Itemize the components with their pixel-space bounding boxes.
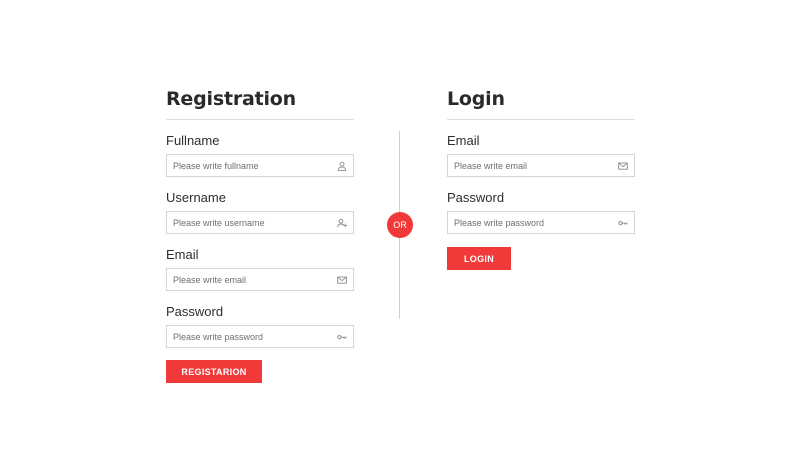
reg-password-label: Password xyxy=(166,304,224,319)
username-label: Username xyxy=(166,190,226,205)
key-icon xyxy=(337,335,347,340)
mail-icon xyxy=(337,276,347,284)
registration-title-divider xyxy=(166,119,354,120)
login-email-label: Email xyxy=(447,133,480,148)
fullname-label: Fullname xyxy=(166,133,220,148)
login-form: Login Email Password LOGIN xyxy=(447,86,635,270)
username-field-wrapper xyxy=(166,211,354,234)
login-email-field-wrapper xyxy=(447,154,635,177)
login-title-divider xyxy=(447,119,635,120)
fullname-field-wrapper xyxy=(166,154,354,177)
key-icon xyxy=(618,221,628,226)
fullname-input[interactable] xyxy=(167,155,353,176)
login-password-input[interactable] xyxy=(448,212,634,233)
username-input[interactable] xyxy=(167,212,353,233)
user-icon xyxy=(337,161,347,171)
login-email-input[interactable] xyxy=(448,155,634,176)
registration-button[interactable]: REGISTARION xyxy=(166,360,262,383)
user-plus-icon xyxy=(337,218,347,228)
registration-form: Registration Fullname Username Email Pas… xyxy=(166,86,354,383)
reg-password-field-wrapper xyxy=(166,325,354,348)
reg-password-input[interactable] xyxy=(167,326,353,347)
registration-title: Registration xyxy=(166,88,296,110)
or-badge: OR xyxy=(387,212,413,238)
reg-email-input[interactable] xyxy=(167,269,353,290)
reg-email-label: Email xyxy=(166,247,199,262)
reg-email-field-wrapper xyxy=(166,268,354,291)
login-password-label: Password xyxy=(447,190,505,205)
mail-icon xyxy=(618,162,628,170)
login-title: Login xyxy=(447,88,505,110)
login-password-field-wrapper xyxy=(447,211,635,234)
login-button[interactable]: LOGIN xyxy=(447,247,511,270)
